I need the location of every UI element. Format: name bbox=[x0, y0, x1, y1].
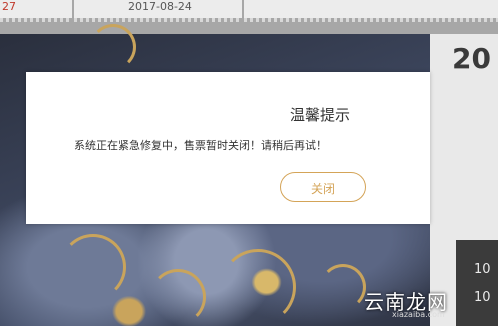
gold-ornament bbox=[150, 269, 206, 325]
right-panel-year: 20 bbox=[452, 42, 491, 75]
notice-dialog: 温馨提示 系统正在紧急修复中，售票暂时关闭！请稍后再试！ 关闭 bbox=[26, 72, 430, 224]
date-tab-current-label: 2017-08-24 bbox=[128, 0, 192, 13]
date-tab-previous[interactable]: 27 bbox=[0, 0, 72, 18]
top-tab-strip: 27 2017-08-24 bbox=[0, 0, 498, 34]
date-tab-current[interactable]: 2017-08-24 bbox=[74, 0, 242, 18]
right-panel-small-text: 10 bbox=[474, 290, 491, 305]
close-button[interactable]: 关闭 bbox=[280, 172, 366, 202]
date-tab-previous-label: 27 bbox=[2, 0, 16, 13]
dialog-message: 系统正在紧急修复中，售票暂时关闭！请稍后再试！ bbox=[74, 139, 327, 152]
tab-edge-decoration bbox=[244, 18, 498, 22]
tab-edge-decoration bbox=[0, 18, 72, 22]
right-panel-small-text: 10 bbox=[474, 262, 491, 277]
gold-ornament bbox=[60, 234, 126, 300]
date-tab-next[interactable] bbox=[244, 0, 498, 18]
tab-edge-decoration bbox=[74, 18, 242, 22]
dialog-title: 温馨提示 bbox=[290, 106, 351, 124]
gold-ornament bbox=[90, 24, 136, 70]
gold-ornament bbox=[320, 264, 366, 310]
gold-ornament bbox=[220, 249, 296, 325]
watermark-url: xiazaiba.com bbox=[392, 310, 445, 319]
right-panel-dark-block bbox=[456, 240, 498, 326]
